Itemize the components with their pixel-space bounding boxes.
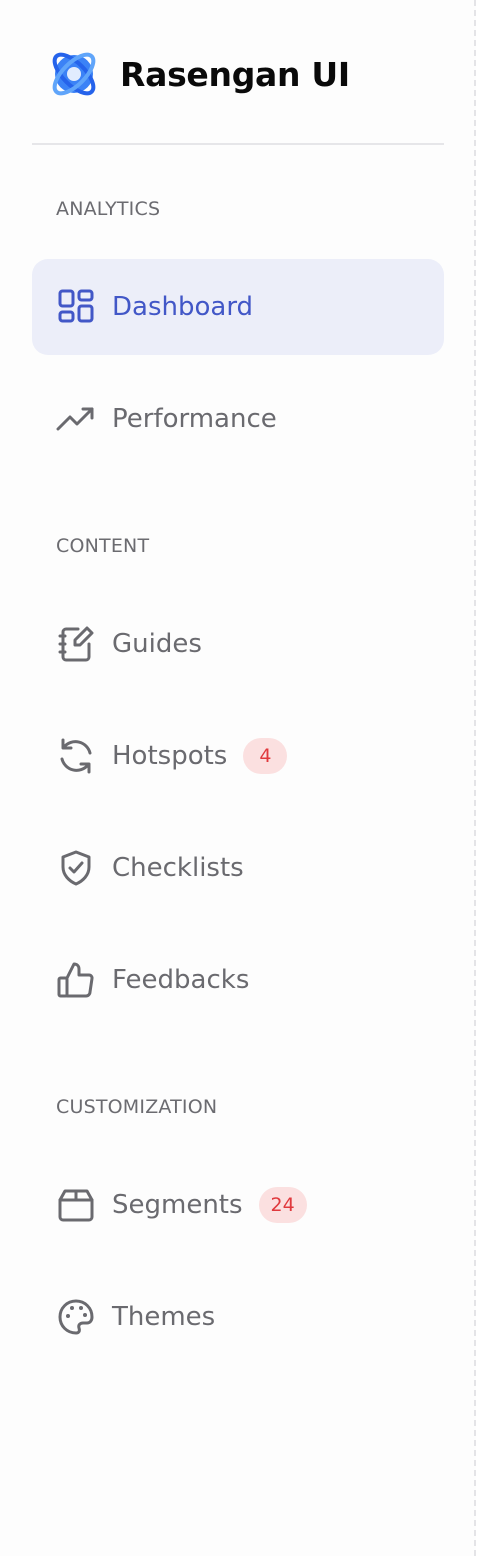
sidebar-item-label: Dashboard: [112, 292, 254, 322]
shield-check-icon: [56, 848, 96, 888]
sidebar-item-dashboard[interactable]: Dashboard: [32, 259, 444, 355]
sidebar-item-label: Segments: [112, 1190, 243, 1220]
sidebar-item-label: Performance: [112, 404, 277, 434]
sidebar-item-performance[interactable]: Performance: [32, 371, 444, 467]
count-badge: 4: [243, 738, 288, 774]
sidebar: Rasengan UI ANALYTICS Dashboard Performa…: [0, 0, 476, 1556]
dashboard-icon: [56, 287, 96, 327]
count-badge: 24: [258, 1187, 307, 1223]
section-title-content: CONTENT: [56, 535, 150, 557]
sidebar-item-label: Themes: [112, 1302, 216, 1332]
section-title-customization: CUSTOMIZATION: [56, 1096, 218, 1118]
sidebar-item-label: Hotspots: [112, 741, 228, 771]
section-title-analytics: ANALYTICS: [56, 198, 161, 220]
notebook-pen-icon: [56, 624, 96, 664]
palette-icon: [56, 1297, 96, 1337]
sidebar-item-hotspots[interactable]: Hotspots 4: [32, 708, 444, 804]
sidebar-item-label: Guides: [112, 629, 202, 659]
sidebar-item-segments[interactable]: Segments 24: [32, 1157, 444, 1253]
brand[interactable]: Rasengan UI: [32, 40, 444, 108]
sidebar-item-label: Checklists: [112, 853, 244, 883]
sidebar-item-checklists[interactable]: Checklists: [32, 820, 444, 916]
rasengan-logo-icon: [48, 46, 100, 102]
trending-up-icon: [56, 399, 96, 439]
brand-name: Rasengan UI: [120, 54, 350, 94]
sidebar-item-themes[interactable]: Themes: [32, 1269, 444, 1365]
sidebar-item-label: Feedbacks: [112, 965, 250, 995]
box-icon: [56, 1185, 96, 1225]
refresh-icon: [56, 736, 96, 776]
sidebar-item-guides[interactable]: Guides: [32, 596, 444, 692]
thumbs-up-icon: [56, 960, 96, 1000]
brand-divider: [32, 143, 444, 145]
sidebar-item-feedbacks[interactable]: Feedbacks: [32, 932, 444, 1028]
